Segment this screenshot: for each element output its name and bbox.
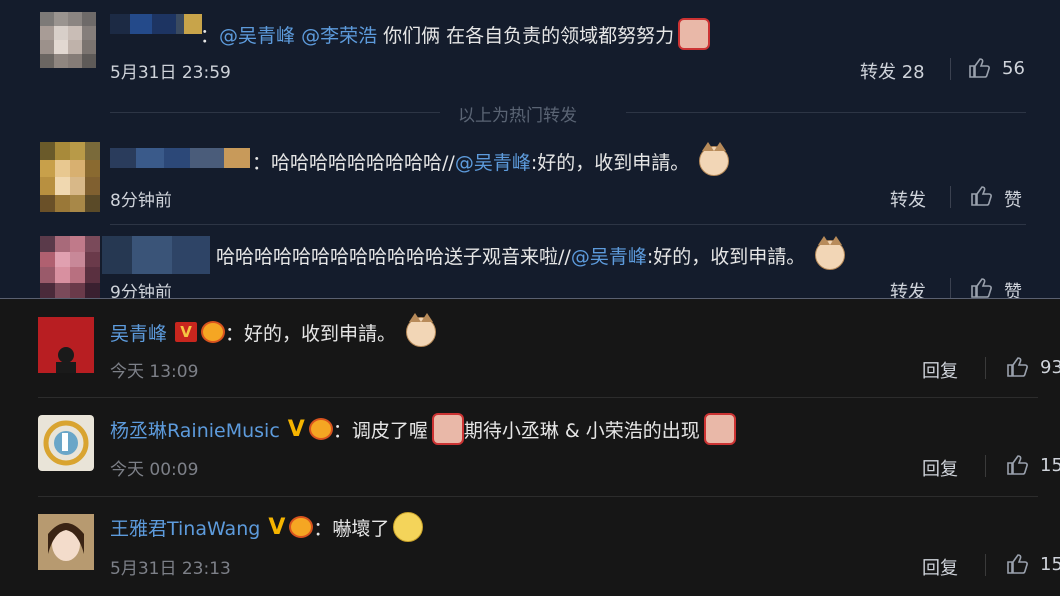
- emoji-icon: [431, 413, 464, 445]
- blurred-username[interactable]: [110, 148, 250, 168]
- commenter-name[interactable]: 杨丞琳RainieMusic: [110, 416, 280, 443]
- emoji-icon: [703, 413, 736, 445]
- verified-badge: V: [268, 514, 286, 540]
- cat-emoji-icon: [406, 313, 437, 347]
- mention-link[interactable]: @吴青峰: [455, 148, 531, 175]
- repost-content: ： @吴青峰 @李荣浩 你们俩 在各自负责的领域都努努力: [200, 18, 711, 50]
- like-count: 93: [1040, 357, 1060, 378]
- divider: [110, 224, 1026, 225]
- divider: [985, 455, 986, 477]
- avatar[interactable]: [40, 12, 96, 68]
- cat-emoji-icon: [699, 142, 730, 176]
- reply-button[interactable]: 回复: [922, 554, 958, 580]
- portrait-icon: [38, 514, 94, 570]
- repost-content: ： 哈哈哈哈哈哈哈哈哈// @吴青峰 :好的，收到申請。: [252, 142, 730, 176]
- repost-button[interactable]: 转发: [890, 186, 926, 212]
- comment-text: ：嚇壞了: [313, 517, 390, 540]
- verified-badge: V: [175, 322, 198, 342]
- repost-content: 哈哈哈哈哈哈哈哈哈哈哈哈送子观音来啦// @吴青峰 :好的，收到申請。: [216, 236, 846, 270]
- avatar[interactable]: [40, 236, 100, 298]
- comment-item: 吴青峰 V ：好的，收到申請。 今天 13:09 回复 93: [0, 299, 1060, 397]
- comment-item: 杨丞琳RainieMusic V ：调皮了喔 期待小丞琳 & 小荣浩的出现 今天…: [0, 399, 1060, 497]
- repost-button[interactable]: 转发 28: [860, 58, 925, 84]
- blurred-username[interactable]: [110, 14, 202, 34]
- avatar[interactable]: [38, 514, 94, 570]
- timestamp: 8分钟前: [110, 191, 172, 211]
- comment-content: 吴青峰 V ：好的，收到申請。: [110, 313, 437, 347]
- divider: [110, 112, 440, 113]
- timestamp: 今天 00:09: [110, 460, 199, 480]
- timestamp: 今天 13:09: [110, 362, 199, 382]
- timestamp: 5月31日 23:59: [110, 63, 231, 83]
- divider: [985, 357, 986, 379]
- cat-emoji-icon: [815, 236, 846, 270]
- repost-text: :好的，收到申請。: [646, 245, 806, 268]
- comment-text: ：调皮了喔: [332, 419, 428, 442]
- comment-content: 王雅君TinaWang V ：嚇壞了: [110, 512, 424, 542]
- crown-icon: [308, 418, 333, 440]
- like-label: 赞: [1004, 282, 1022, 298]
- colon: ：: [200, 24, 220, 47]
- avatar[interactable]: [38, 317, 94, 373]
- timestamp: 5月31日 23:13: [110, 559, 231, 579]
- like-label: 赞: [1004, 190, 1022, 211]
- crown-icon: [201, 321, 226, 343]
- reply-button[interactable]: 回复: [922, 455, 958, 481]
- repost-panel: ： @吴青峰 @李荣浩 你们俩 在各自负责的领域都努努力 5月31日 23:59…: [0, 0, 1060, 298]
- repost-text: 哈哈哈哈哈哈哈哈哈//: [271, 151, 455, 174]
- comment-item: 王雅君TinaWang V ：嚇壞了 5月31日 23:13 回复 15: [0, 498, 1060, 596]
- hot-repost-label: 以上为热门转发: [458, 106, 577, 126]
- timestamp: 9分钟前: [110, 283, 172, 298]
- repost-item: 哈哈哈哈哈哈哈哈哈哈哈哈送子观音来啦// @吴青峰 :好的，收到申請。 9分钟前…: [0, 226, 1060, 298]
- divider: [38, 397, 1038, 398]
- thumbs-up-icon[interactable]: [970, 185, 992, 207]
- thumbs-up-icon[interactable]: [1006, 454, 1028, 476]
- like-count: 56: [1002, 58, 1025, 79]
- mention-link[interactable]: @吴青峰: [219, 21, 295, 48]
- divider: [38, 496, 1038, 497]
- comment-text: 期待小丞琳 & 小荣浩的出现: [463, 419, 700, 442]
- thumbs-up-icon[interactable]: [1006, 356, 1028, 378]
- verified-badge: V: [287, 416, 305, 442]
- mention-link[interactable]: @李荣浩: [301, 21, 377, 48]
- thumbs-up-icon[interactable]: [970, 277, 992, 298]
- avatar[interactable]: [38, 415, 94, 471]
- commenter-name[interactable]: 吴青峰: [110, 319, 167, 346]
- comment-content: 杨丞琳RainieMusic V ：调皮了喔 期待小丞琳 & 小荣浩的出现: [110, 413, 736, 445]
- commenter-name[interactable]: 王雅君TinaWang: [110, 514, 260, 541]
- repost-button[interactable]: 转发: [890, 278, 926, 298]
- music-logo-icon: [43, 420, 89, 466]
- reply-button[interactable]: 回复: [922, 357, 958, 383]
- repost-item: ： 哈哈哈哈哈哈哈哈哈// @吴青峰 :好的，收到申請。 8分钟前 转发 赞: [0, 130, 1060, 225]
- thumbs-up-icon[interactable]: [968, 57, 990, 79]
- divider: [626, 112, 1026, 113]
- divider: [950, 58, 951, 80]
- like-count: 15: [1040, 455, 1060, 476]
- crown-icon: [289, 516, 314, 538]
- emoji-icon: [678, 18, 711, 50]
- colon: ：: [252, 151, 272, 174]
- repost-text: 哈哈哈哈哈哈哈哈哈哈哈哈送子观音来啦//: [216, 245, 571, 268]
- repost-text: :好的，收到申請。: [530, 151, 690, 174]
- avatar[interactable]: [40, 142, 100, 212]
- divider: [950, 278, 951, 298]
- like-count: 15: [1040, 554, 1060, 575]
- thumbs-up-icon[interactable]: [1006, 553, 1028, 575]
- repost-item: ： @吴青峰 @李荣浩 你们俩 在各自负责的领域都努努力 5月31日 23:59…: [0, 0, 1060, 100]
- repost-text: 你们俩 在各自负责的领域都努努力: [383, 24, 675, 47]
- comment-text: ：好的，收到申請。: [225, 322, 397, 345]
- divider: [950, 186, 951, 208]
- person-silhouette-icon: [56, 347, 76, 373]
- blurred-username[interactable]: [102, 236, 210, 274]
- divider: [985, 554, 986, 576]
- glasses-emoji-icon: [393, 512, 424, 542]
- mention-link[interactable]: @吴青峰: [571, 242, 647, 269]
- comment-panel: 吴青峰 V ：好的，收到申請。 今天 13:09 回复 93 杨丞琳Rainie…: [0, 298, 1060, 596]
